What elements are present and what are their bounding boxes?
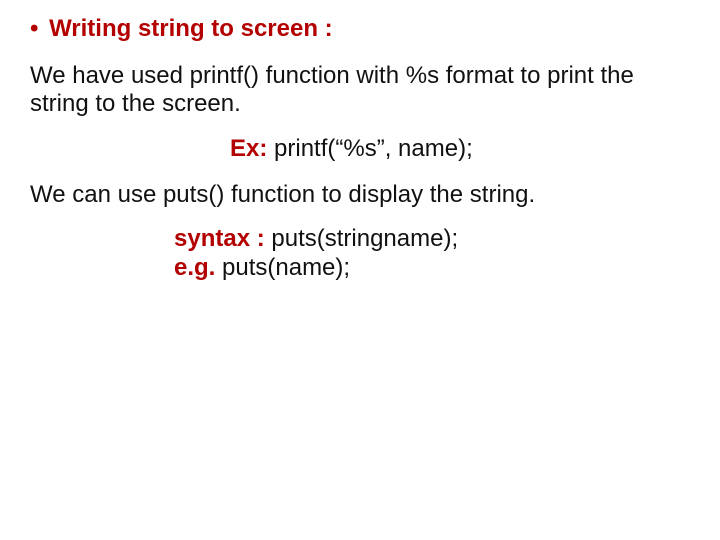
eg-label: e.g.: [174, 254, 215, 281]
syntax-label: syntax :: [174, 225, 265, 252]
paragraph-puts: We can use puts() function to display th…: [30, 181, 690, 209]
example-line-2: e.g. puts(name);: [174, 254, 690, 282]
eg-code: puts(name);: [222, 254, 350, 281]
syntax-line: syntax : puts(stringname);: [174, 225, 690, 253]
syntax-block: syntax : puts(stringname); e.g. puts(nam…: [30, 225, 690, 282]
syntax-code: puts(stringname);: [271, 225, 458, 252]
example-line: Ex: printf(“%s”, name);: [30, 135, 690, 163]
heading-text: Writing string to screen :: [49, 15, 333, 42]
bullet-icon: •: [30, 14, 38, 44]
paragraph-printf: We have used printf() function with %s f…: [30, 62, 690, 119]
example-label: Ex:: [230, 135, 267, 162]
example-code: printf(“%s”, name);: [274, 135, 473, 162]
slide: • Writing string to screen : We have use…: [0, 0, 720, 540]
section-heading: • Writing string to screen :: [30, 14, 690, 44]
